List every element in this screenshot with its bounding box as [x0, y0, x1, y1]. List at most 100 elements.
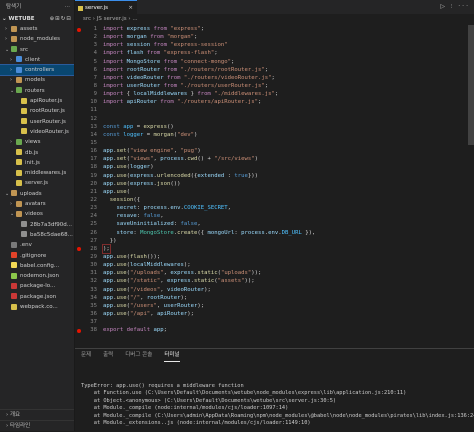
code-line[interactable]: 23 secret: process.env.COOKIE_SECRET,: [75, 204, 474, 212]
code-text: app.use("/", rootRouter);: [103, 294, 188, 301]
code-line[interactable]: 38 export default app;: [75, 326, 474, 334]
code-line[interactable]: 25 saveUninitialized: false,: [75, 220, 474, 228]
more-actions-icon[interactable]: ···: [65, 0, 70, 14]
tree-item-package-lo-[interactable]: package-lo...: [0, 281, 74, 291]
code-line[interactable]: 1 import express from "express";: [75, 25, 474, 33]
line-number: 29: [90, 253, 97, 260]
tree-item-middlewares-js[interactable]: middlewares.js: [0, 168, 74, 178]
tree-item-server-js[interactable]: server.js: [0, 178, 74, 188]
code-line[interactable]: 5 import MongoStore from "connect-mongo";: [75, 58, 474, 66]
tree-item-db-js[interactable]: db.js: [0, 148, 74, 158]
code-line[interactable]: 9 import { localMiddlewares } from "./mid…: [75, 90, 474, 98]
tree-item-webpack-co-[interactable]: webpack.co...: [0, 302, 74, 312]
code-line[interactable]: 7 import videoRouter from "./routers/vide…: [75, 74, 474, 82]
tree-item-28b7a3df90d-[interactable]: 28b7a3df90d...: [0, 220, 74, 230]
tree-item--env[interactable]: .env: [0, 240, 74, 250]
terminal-output[interactable]: TypeError: app.use() requires a middlewa…: [81, 383, 474, 427]
code-line[interactable]: 16 app.set("view engine", "pug"): [75, 147, 474, 155]
tree-item-package-json[interactable]: package.json: [0, 292, 74, 302]
tree-item-babel-config-[interactable]: babel.config...: [0, 261, 74, 271]
tree-item-assets[interactable]: › assets: [0, 24, 74, 34]
tree-item-userrouter-js[interactable]: userRouter.js: [0, 117, 74, 127]
timeline-section[interactable]: › 타임라인: [0, 420, 74, 431]
explorer-actions[interactable]: ⊕⊞↻⊟: [50, 14, 72, 24]
tree-item-label: views: [25, 139, 41, 146]
code-line[interactable]: 37: [75, 318, 474, 326]
explorer-title: 탐색기: [6, 4, 22, 10]
git-icon: [11, 252, 17, 259]
tree-item-label: db.js: [25, 149, 39, 156]
code-line[interactable]: 29 app.use(flash());: [75, 253, 474, 261]
code-text: session({: [109, 196, 141, 203]
code-line[interactable]: 34 app.use("/", rootRouter);: [75, 294, 474, 302]
code-line[interactable]: 33 app.use("/videos", videoRouter);: [75, 286, 474, 294]
code-line[interactable]: 3 import session from "express-session": [75, 41, 474, 49]
line-number: 33: [90, 286, 97, 293]
tree-item-controllers[interactable]: › controllers: [0, 64, 74, 77]
code-line[interactable]: 15: [75, 139, 474, 147]
line-number: 5: [93, 58, 97, 65]
breadcrumb[interactable]: src › JS server.js › ...: [75, 14, 474, 24]
tree-item-videorouter-js[interactable]: videoRouter.js: [0, 127, 74, 137]
tree-item-uploads[interactable]: ⌄ uploads: [0, 189, 74, 199]
tree-item-label: videos: [25, 211, 43, 218]
tree-item-avatars[interactable]: › avatars: [0, 199, 74, 209]
tab-server-js[interactable]: server.js ×: [75, 0, 137, 14]
tree-item--gitignore[interactable]: .gitignore: [0, 251, 74, 261]
code-line[interactable]: 20 app.use(express.json()): [75, 180, 474, 188]
code-line[interactable]: 8 import userRouter from "./routers/userR…: [75, 82, 474, 90]
panel-tab[interactable]: 디버그 콘솔: [125, 349, 152, 361]
code-line[interactable]: 22 session({: [75, 196, 474, 204]
code-line[interactable]: 6 import rootRouter from "./routers/rootR…: [75, 66, 474, 74]
tree-item-ba58c5dae68-[interactable]: ba58c5dae68...: [0, 230, 74, 240]
tree-item-src[interactable]: ⌄ src: [0, 45, 74, 55]
code-line[interactable]: 4 import flash from "express-flash";: [75, 49, 474, 57]
line-number: 4: [93, 50, 97, 57]
code-line[interactable]: 21 app.use(: [75, 188, 474, 196]
scrollbar-thumb[interactable]: [468, 25, 474, 145]
code-line[interactable]: 19 app.use(express.urlencoded({extended :…: [75, 172, 474, 180]
code-line[interactable]: 18 app.use(logger): [75, 163, 474, 171]
node-icon: [11, 272, 17, 279]
panel-tab[interactable]: 출력: [103, 349, 113, 361]
tree-item-rootrouter-js[interactable]: rootRouter.js: [0, 106, 74, 116]
code-line[interactable]: 2 import morgan from "morgan";: [75, 33, 474, 41]
code-line[interactable]: 32 app.use("/static", express.static("ass…: [75, 277, 474, 285]
code-line[interactable]: 28);: [75, 243, 474, 254]
tree-item-init-js[interactable]: init.js: [0, 158, 74, 168]
panel-tab[interactable]: 터미널: [164, 349, 180, 362]
workspace-root[interactable]: ⌄ WETUBE ⊕⊞↻⊟: [0, 14, 74, 24]
code-line[interactable]: 14 const logger = morgan("dev"): [75, 131, 474, 139]
code-line[interactable]: 13 const app = express(): [75, 123, 474, 131]
code-line[interactable]: 30 app.use(localMiddlewares);: [75, 261, 474, 269]
code-editor[interactable]: 1 import express from "express"; 2 import m…: [75, 25, 474, 347]
editor-scrollbar[interactable]: [468, 25, 474, 347]
tree-item-views[interactable]: › views: [0, 137, 74, 147]
tree-item-node-modules[interactable]: › node_modules: [0, 34, 74, 44]
outline-section[interactable]: › 개요: [0, 409, 74, 420]
code-line[interactable]: 10 import apiRouter from "./routers/apiRo…: [75, 98, 474, 106]
close-icon[interactable]: ×: [128, 1, 133, 15]
code-line[interactable]: 36 app.use("/api", apiRouter);: [75, 310, 474, 318]
panel-tab[interactable]: 문제: [81, 349, 91, 361]
code-line[interactable]: 12: [75, 115, 474, 123]
tree-item-videos[interactable]: ⌄ videos: [0, 209, 74, 219]
line-number: 35: [90, 302, 97, 309]
line-number: 21: [90, 188, 97, 195]
code-text: store: MongoStore.create({ mongoUrl: pro…: [116, 229, 316, 236]
code-line[interactable]: 24 resave: false,: [75, 212, 474, 220]
tree-item-apirouter-js[interactable]: apiRouter.js: [0, 96, 74, 106]
terminal-line: at Module._extensions..js (node:internal…: [81, 420, 311, 427]
tree-item-client[interactable]: › client: [0, 55, 74, 65]
code-line[interactable]: 17 app.set("views", process.cwd() + "/src…: [75, 155, 474, 163]
code-text: app.use(express.urlencoded({extended : t…: [103, 172, 259, 179]
code-line[interactable]: 31 app.use("/uploads", express.static("up…: [75, 269, 474, 277]
code-line[interactable]: 11: [75, 106, 474, 114]
code-line[interactable]: 35 app.use("/users", userRouter);: [75, 302, 474, 310]
tree-item-models[interactable]: › models: [0, 75, 74, 85]
tree-item-routers[interactable]: ⌄ routers: [0, 86, 74, 96]
tree-item-nodemon-json[interactable]: nodemon.json: [0, 271, 74, 281]
code-line[interactable]: 27 }): [75, 237, 474, 245]
code-line[interactable]: 26 store: MongoStore.create({ mongoUrl: …: [75, 229, 474, 237]
editor-actions[interactable]: ▷ ⫶ ···: [440, 0, 470, 14]
